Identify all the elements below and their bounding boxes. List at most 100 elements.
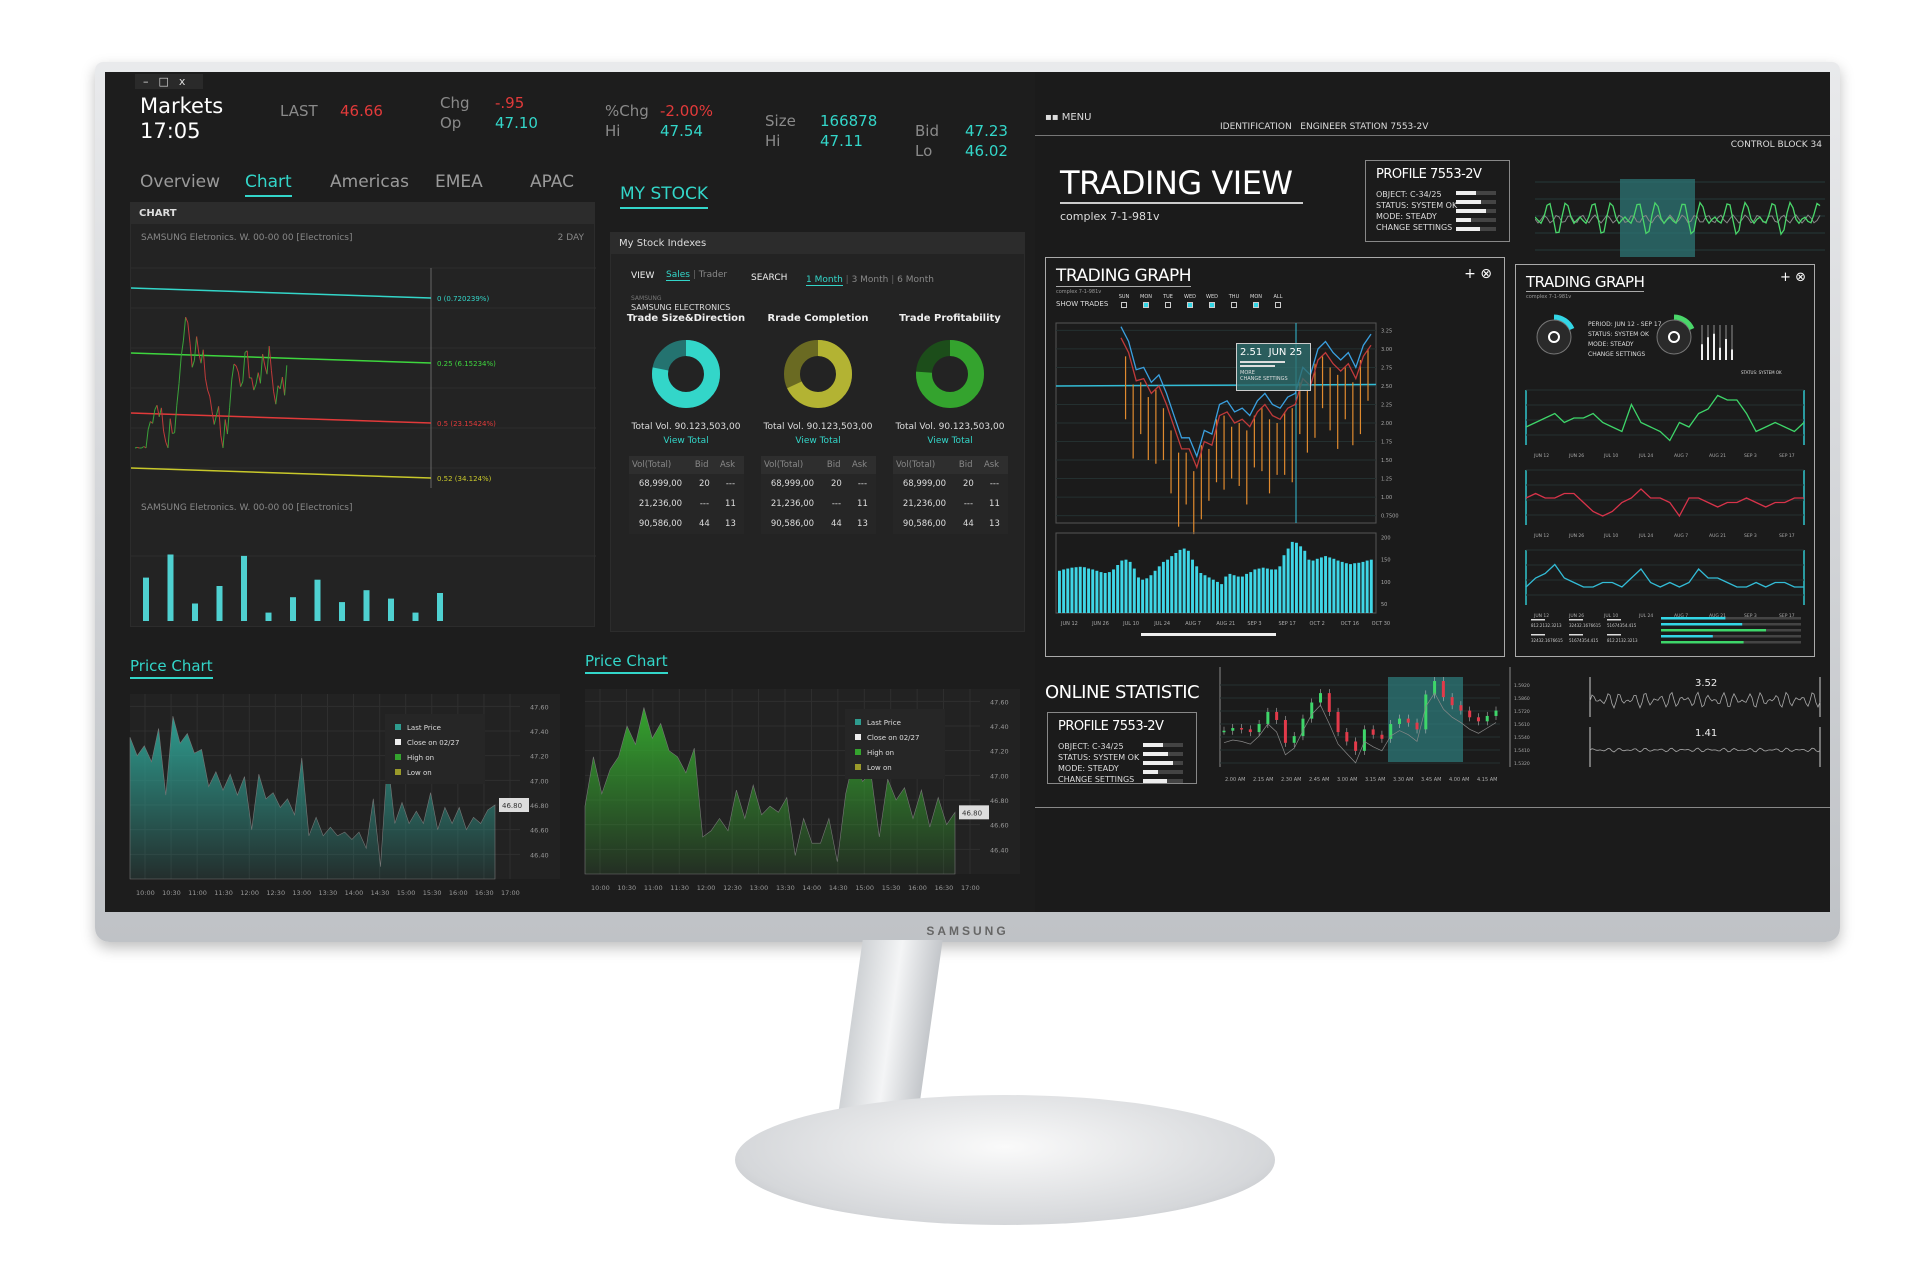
tooltip-settings[interactable]: CHANGE SETTINGS <box>1240 376 1307 382</box>
y-tick-label: 3.25 <box>1381 328 1392 334</box>
volume-bar <box>1361 561 1365 613</box>
x-tick-label: 10:30 <box>617 884 636 892</box>
level-line <box>131 352 432 364</box>
x-tick-label: AUG 21 <box>1709 533 1726 539</box>
x-tick-label: 2.45 AM <box>1309 777 1329 783</box>
x-tick-label: 13:30 <box>776 884 795 892</box>
tab-overview[interactable]: Overview <box>140 172 220 192</box>
volume-bar <box>363 590 370 621</box>
number-bar <box>1569 619 1583 621</box>
minimize-button[interactable]: – <box>143 75 159 88</box>
y-tick-label: 46.80 <box>530 802 549 810</box>
view-toggle: Sales | Trader <box>666 270 728 281</box>
candle <box>1371 729 1375 735</box>
day-checkbox[interactable] <box>1209 302 1215 308</box>
tooltip-date: JUN 25 <box>1268 347 1303 358</box>
scrollbar-thumb <box>1141 633 1276 636</box>
day-checkbox[interactable] <box>1143 302 1149 308</box>
price-segment <box>237 372 242 387</box>
volume-bar <box>1274 569 1278 613</box>
day-filter-mon[interactable]: MON <box>1138 294 1154 310</box>
view-total-link[interactable]: View Total <box>621 436 751 446</box>
volume-bar <box>1315 558 1319 613</box>
quote-value: 47.11 <box>820 132 863 150</box>
day-filter-wed[interactable]: WED <box>1182 294 1198 310</box>
last-price-tag-label: 46.80 <box>962 809 982 817</box>
legend-label: Last Price <box>407 724 441 732</box>
price-segment <box>266 346 270 375</box>
trader-tab[interactable]: Trader <box>699 270 727 280</box>
y-tick-label: 2.75 <box>1381 365 1392 371</box>
period-6-month[interactable]: 6 Month <box>897 275 934 285</box>
volume-bar <box>1344 563 1348 613</box>
period-1-month[interactable]: 1 Month <box>806 275 843 286</box>
trading-view-subtitle: complex 7-1-981v <box>1060 210 1160 223</box>
table-cell: --- <box>831 499 842 509</box>
day-checkbox[interactable] <box>1275 302 1281 308</box>
volume-bar <box>1286 548 1290 613</box>
close-circle-icon[interactable]: ⊗ <box>1480 266 1492 282</box>
period-3-month[interactable]: 3 Month <box>852 275 889 285</box>
mini-wave <box>1589 747 1821 753</box>
y-tick-label: 47.60 <box>530 703 549 711</box>
volume-bar <box>1236 576 1240 613</box>
x-tick-label: JUL 24 <box>1638 613 1653 619</box>
day-checkbox[interactable] <box>1121 302 1127 308</box>
day-checkbox[interactable] <box>1253 302 1259 308</box>
close-button[interactable]: x <box>179 75 196 88</box>
x-tick-label: 12:00 <box>697 884 716 892</box>
day-filter-mon[interactable]: MON <box>1248 294 1264 310</box>
volume-bar <box>1149 575 1153 613</box>
change-settings-link[interactable]: CHANGE SETTINGS <box>1376 222 1452 233</box>
candle <box>1406 718 1410 723</box>
volume-bar <box>1116 565 1120 613</box>
sales-tab[interactable]: Sales <box>666 270 690 281</box>
view-total-link[interactable]: View Total <box>885 436 1015 446</box>
divider <box>1035 135 1830 136</box>
total-volume: Total Vol. 90.123,503,00 <box>631 422 741 432</box>
day-checkbox[interactable] <box>1187 302 1193 308</box>
legend-label: High on <box>867 749 894 757</box>
add-icon[interactable]: + <box>1464 266 1476 282</box>
day-filter-sun[interactable]: SUN <box>1116 294 1132 310</box>
change-settings-link[interactable]: CHANGE SETTINGS <box>1058 774 1134 785</box>
x-tick-label: 17:00 <box>961 884 980 892</box>
day-filter-thu[interactable]: THU <box>1226 294 1242 310</box>
y-tick-label: 47.20 <box>530 753 549 761</box>
price-segment <box>152 409 156 424</box>
tab-emea[interactable]: EMEA <box>435 172 483 192</box>
profile-line: STATUS: SYSTEM OK <box>1058 753 1140 762</box>
day-checkbox[interactable] <box>1165 302 1171 308</box>
price-segment <box>224 419 228 435</box>
range-label[interactable]: 2 DAY <box>558 233 584 243</box>
candle <box>1380 734 1384 739</box>
change-settings-link[interactable]: CHANGE SETTINGS <box>1588 350 1662 360</box>
menu-button[interactable]: ▪▪ MENU <box>1045 112 1091 123</box>
legend-swatch <box>855 719 861 725</box>
candle <box>1468 710 1472 718</box>
series-line <box>1525 394 1805 442</box>
x-tick-label: 12:30 <box>266 889 285 897</box>
day-filter-wed[interactable]: WED <box>1204 294 1220 310</box>
day-filter-all[interactable]: ALL <box>1270 294 1286 310</box>
volume-bar <box>192 603 198 621</box>
online-profile-box: PROFILE 7553-2V OBJECT: C-34/25 STATUS: SY… <box>1047 712 1197 784</box>
price-segment <box>284 365 288 396</box>
tab-americas[interactable]: Americas <box>330 172 409 192</box>
price-chart-title-1: Price Chart <box>130 657 213 679</box>
view-total-link[interactable]: View Total <box>753 436 883 446</box>
footer-number: 32432.1676615 <box>1531 638 1563 643</box>
y-tick-label: 1.5540 <box>1514 735 1530 741</box>
price-segment <box>209 396 213 412</box>
day-checkbox[interactable] <box>1231 302 1237 308</box>
maximize-button[interactable]: □ <box>159 75 179 88</box>
tab-chart[interactable]: Chart <box>245 172 292 197</box>
legend-swatch <box>855 749 861 755</box>
candle <box>1450 697 1454 706</box>
profile-meter <box>1143 779 1183 783</box>
station-label: ENGINEER STATION 7553-2V <box>1300 122 1429 132</box>
tab-apac[interactable]: APAC <box>530 172 574 192</box>
search-button[interactable]: SEARCH <box>751 273 787 283</box>
tab-my-stock[interactable]: MY STOCK <box>620 184 709 209</box>
day-filter-tue[interactable]: TUE <box>1160 294 1176 310</box>
